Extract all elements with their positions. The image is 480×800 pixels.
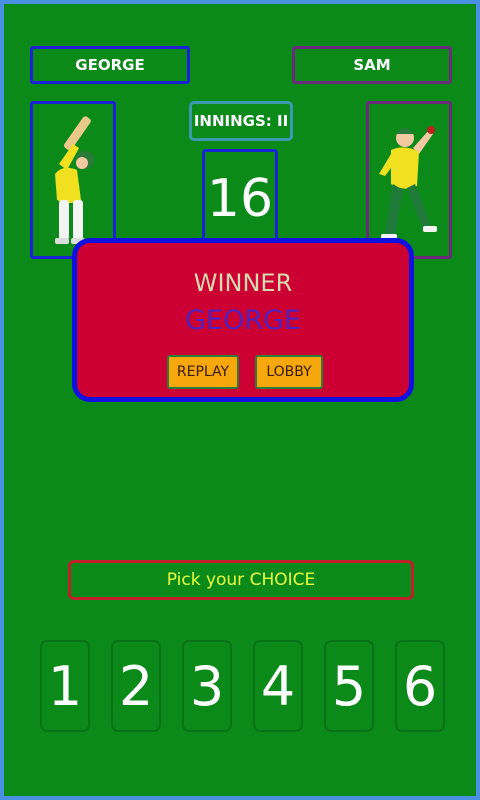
choice-button-2[interactable]: 2: [111, 640, 161, 732]
batsman-icon: [55, 116, 94, 244]
replay-button[interactable]: REPLAY: [167, 355, 239, 389]
choice-button-3[interactable]: 3: [182, 640, 232, 732]
bowler-icon: [379, 126, 437, 240]
choice-button-5[interactable]: 5: [324, 640, 374, 732]
lobby-button[interactable]: LOBBY: [255, 355, 323, 389]
choice-button-6[interactable]: 6: [395, 640, 445, 732]
choice-button-4[interactable]: 4: [253, 640, 303, 732]
choice-button-1[interactable]: 1: [40, 640, 90, 732]
bowler-card: [366, 101, 452, 259]
result-dialog: WINNER GEORGE REPLAY LOBBY: [72, 238, 414, 402]
choice-prompt: Pick your CHOICE: [68, 560, 414, 600]
winner-name: GEORGE: [185, 305, 301, 336]
game-screen: GEORGE SAM INNINGS: II 16 WINNER GEORGE …: [4, 4, 476, 796]
score-display: 16: [202, 149, 278, 249]
player-right-name: SAM: [292, 46, 452, 84]
batsman-card: [30, 101, 116, 259]
winner-title: WINNER: [193, 269, 293, 297]
innings-indicator: INNINGS: II: [189, 101, 293, 141]
player-left-name: GEORGE: [30, 46, 190, 84]
